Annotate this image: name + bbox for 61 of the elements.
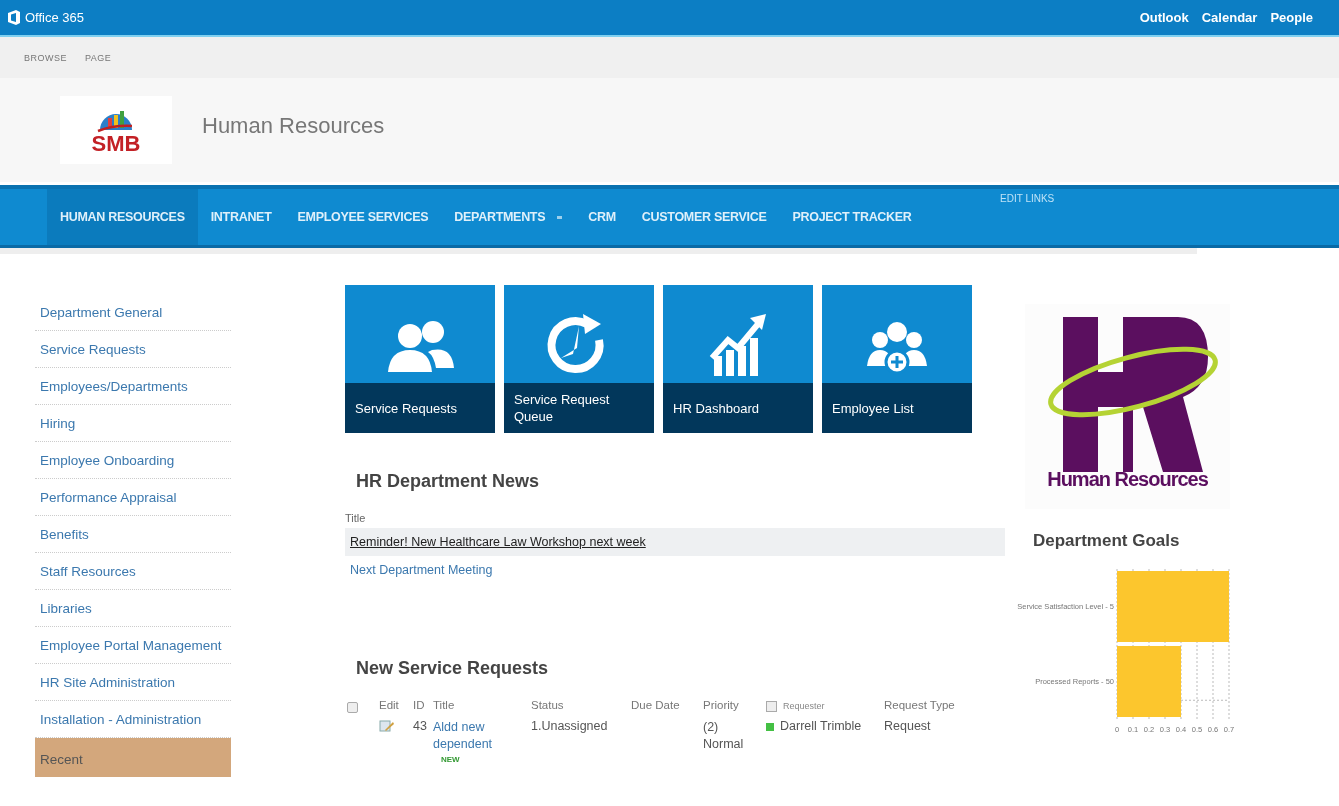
select-all-checkbox[interactable]	[347, 702, 358, 713]
suite-link[interactable]: Outlook	[1139, 10, 1189, 25]
suite-link[interactable]: People	[1270, 10, 1313, 25]
site-title: Human Resources	[202, 113, 385, 139]
news-link[interactable]: Reminder! New Healthcare Law Workshop next week	[345, 528, 1005, 556]
news-link[interactable]: Next Department Meeting	[345, 556, 1005, 584]
sidebar-section-header[interactable]: Recent	[35, 738, 231, 777]
suite-link[interactable]: Calendar	[1201, 10, 1258, 25]
column-icon	[766, 700, 777, 712]
requester-name[interactable]: Darrell Trimble	[780, 719, 862, 733]
sidebar-link[interactable]: Employees/Departments	[35, 368, 231, 405]
news-heading: HR Department News	[356, 471, 541, 492]
group-add-icon	[867, 322, 927, 375]
sidebar-link[interactable]: Performance Appraisal	[35, 479, 231, 516]
nav-tab[interactable]: EMPLOYEE SERVICES	[284, 189, 442, 245]
column-header[interactable]: Title	[433, 699, 531, 713]
table-cell-text: Request	[884, 719, 932, 735]
column-header[interactable]: Due Date	[631, 699, 703, 713]
promoted-link-tile[interactable]: Employee List	[822, 285, 972, 433]
goals-heading: Department Goals	[1033, 531, 1181, 551]
clock-refresh-icon	[547, 314, 604, 373]
nav-tab[interactable]: CUSTOMER SERVICE	[628, 189, 780, 245]
column-header: Title	[345, 512, 367, 524]
nav-tab[interactable]: INTRANET	[197, 189, 285, 245]
ribbon-tab[interactable]: BROWSE	[24, 52, 67, 63]
requests-heading: New Service Requests	[356, 658, 550, 679]
sidebar-link[interactable]: Service Requests	[35, 331, 231, 368]
column-header[interactable]: Request Type	[884, 699, 974, 713]
ribbon-tab[interactable]: PAGE	[85, 52, 112, 63]
edit-icon[interactable]	[379, 719, 395, 733]
table-cell-text: 1.Unassigned	[531, 719, 609, 735]
column-header[interactable]: Status	[531, 699, 631, 713]
column-header[interactable]: Priority	[703, 699, 766, 713]
site-logo[interactable]: SMB	[60, 96, 172, 164]
sidebar-link[interactable]: Employee Portal Management	[35, 627, 231, 664]
item-title-link[interactable]: Aldd new dependent	[433, 719, 531, 753]
nav-tab[interactable]: PROJECT TRACKER	[779, 189, 925, 245]
sidebar-link[interactable]: Staff Resources	[35, 553, 231, 590]
table-cell-text: (2) Normal	[703, 719, 745, 753]
promoted-link-tile[interactable]: Service Requests	[345, 285, 495, 433]
new-label: NEW	[441, 755, 460, 764]
promoted-link-tile[interactable]: HR Dashboard	[663, 285, 813, 433]
brand-name[interactable]: Office 365	[25, 10, 85, 25]
edit-links[interactable]: EDIT LINKS	[1000, 193, 1055, 204]
nav-tab[interactable]: DEPARTMENTS	[441, 189, 576, 245]
sidebar-link[interactable]: HR Site Administration	[35, 664, 231, 701]
growth-chart-icon	[709, 314, 766, 376]
column-header[interactable]: Requester	[783, 701, 825, 711]
promoted-link-tile[interactable]: Service Request Queue	[504, 285, 654, 433]
sidebar-link[interactable]: Benefits	[35, 516, 231, 553]
column-header[interactable]: Edit	[379, 699, 413, 713]
nav-tab[interactable]: HUMAN RESOURCES	[47, 189, 198, 245]
column-header[interactable]: ID	[413, 699, 433, 713]
table-cell-text: 43	[413, 719, 428, 735]
people-icon	[388, 321, 454, 372]
sidebar-link[interactable]: Libraries	[35, 590, 231, 627]
office-logo-icon	[7, 10, 21, 25]
sidebar-link[interactable]: Hiring	[35, 405, 231, 442]
sidebar-link[interactable]: Employee Onboarding	[35, 442, 231, 479]
nav-tab[interactable]: CRM	[575, 189, 629, 245]
sidebar-link[interactable]: Department General	[35, 294, 231, 331]
